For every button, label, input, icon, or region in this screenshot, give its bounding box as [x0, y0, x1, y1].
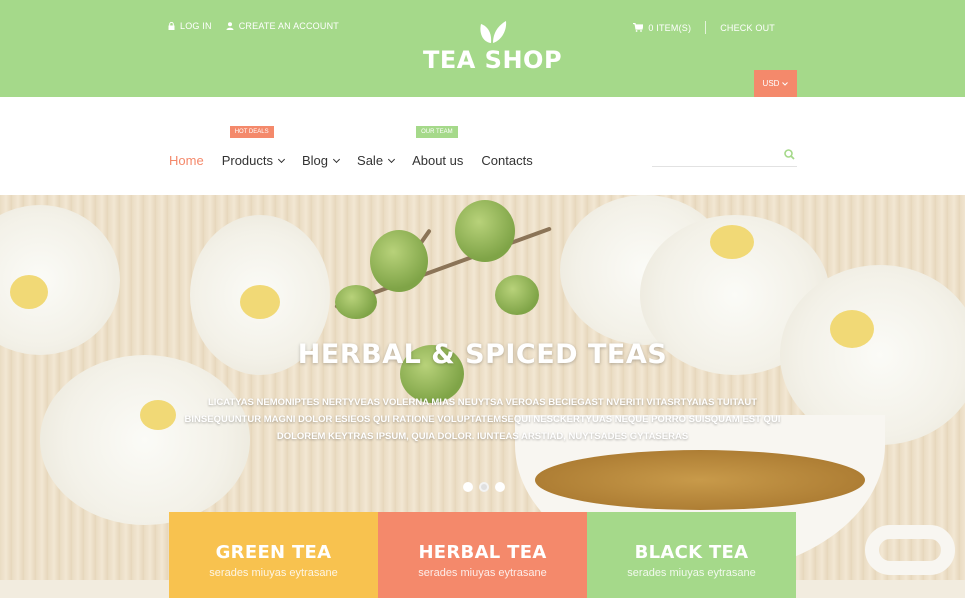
hero-title: HERBAL & SPICED TEAS — [297, 339, 668, 370]
top-header: LOG IN CREATE AN ACCOUNT TEA SHOP 0 ITEM… — [0, 0, 965, 97]
nav-item-label: Blog — [302, 153, 329, 168]
tile-title: HERBAL TEA — [418, 542, 547, 563]
tile-title: BLACK TEA — [634, 542, 749, 563]
category-tiles: GREEN TEA serades miuyas eytrasane HERBA… — [169, 512, 796, 598]
currency-dropdown[interactable]: USD — [754, 70, 797, 97]
leaf-icon — [479, 21, 506, 43]
nav-item-label: Products — [221, 153, 273, 168]
tile-title: GREEN TEA — [215, 542, 332, 563]
logo-text: TEA SHOP — [422, 46, 563, 74]
chevron-down-icon — [388, 155, 396, 163]
slider-dot[interactable] — [463, 482, 473, 492]
hot-deals-badge: HOT DEALS — [229, 126, 274, 138]
site-logo[interactable]: TEA SHOP — [0, 20, 965, 74]
checkout-link[interactable]: CHECK OUT — [720, 23, 775, 33]
slider-dot[interactable] — [495, 482, 505, 492]
nav-item-sale[interactable]: Sale — [357, 153, 396, 168]
cart-label: 0 ITEM(S) — [648, 22, 692, 33]
main-menu: Home HOT DEALS Products Blog Sale OUR TE… — [169, 126, 551, 168]
divider — [705, 21, 707, 34]
nav-item-blog[interactable]: Blog — [302, 153, 341, 168]
chevron-down-icon — [332, 155, 341, 163]
cart-link[interactable]: 0 ITEM(S) — [633, 23, 691, 33]
tile-subtitle: serades miuyas eytrasane — [209, 567, 338, 579]
cart-links: 0 ITEM(S) CHECK OUT — [633, 21, 775, 34]
search-icon[interactable] — [784, 149, 795, 160]
chevron-down-icon — [782, 81, 789, 86]
chevron-down-icon — [277, 155, 286, 163]
category-tile-green-tea[interactable]: GREEN TEA serades miuyas eytrasane — [169, 512, 378, 598]
nav-item-home[interactable]: Home — [169, 153, 204, 168]
nav-item-label: Contacts — [481, 153, 533, 168]
nav-item-label: Sale — [357, 153, 384, 168]
our-team-badge: OUR TEAM — [416, 126, 458, 138]
tile-subtitle: serades miuyas eytrasane — [627, 567, 756, 579]
category-tile-black-tea[interactable]: BLACK TEA serades miuyas eytrasane — [587, 512, 796, 598]
slider-dot[interactable] — [479, 482, 489, 492]
main-navigation: Home HOT DEALS Products Blog Sale OUR TE… — [0, 97, 965, 195]
category-tile-herbal-tea[interactable]: HERBAL TEA serades miuyas eytrasane — [378, 512, 587, 598]
slider-pagination — [463, 482, 505, 492]
nav-item-about-us[interactable]: OUR TEAM About us — [412, 126, 464, 168]
tile-subtitle: serades miuyas eytrasane — [418, 567, 547, 579]
nav-item-contacts[interactable]: Contacts — [481, 153, 532, 168]
search-box — [652, 145, 797, 167]
checkout-label: CHECK OUT — [720, 22, 775, 33]
nav-item-label: Home — [169, 153, 204, 168]
hero-description: LICATYAS NEMONIPTES NERTYVEAS VOLERNA MI… — [184, 397, 781, 442]
cart-icon — [633, 23, 644, 32]
nav-item-products[interactable]: HOT DEALS Products — [221, 126, 286, 168]
search-input[interactable] — [652, 145, 772, 165]
nav-item-label: About us — [412, 153, 464, 168]
currency-label: USD — [762, 79, 780, 88]
